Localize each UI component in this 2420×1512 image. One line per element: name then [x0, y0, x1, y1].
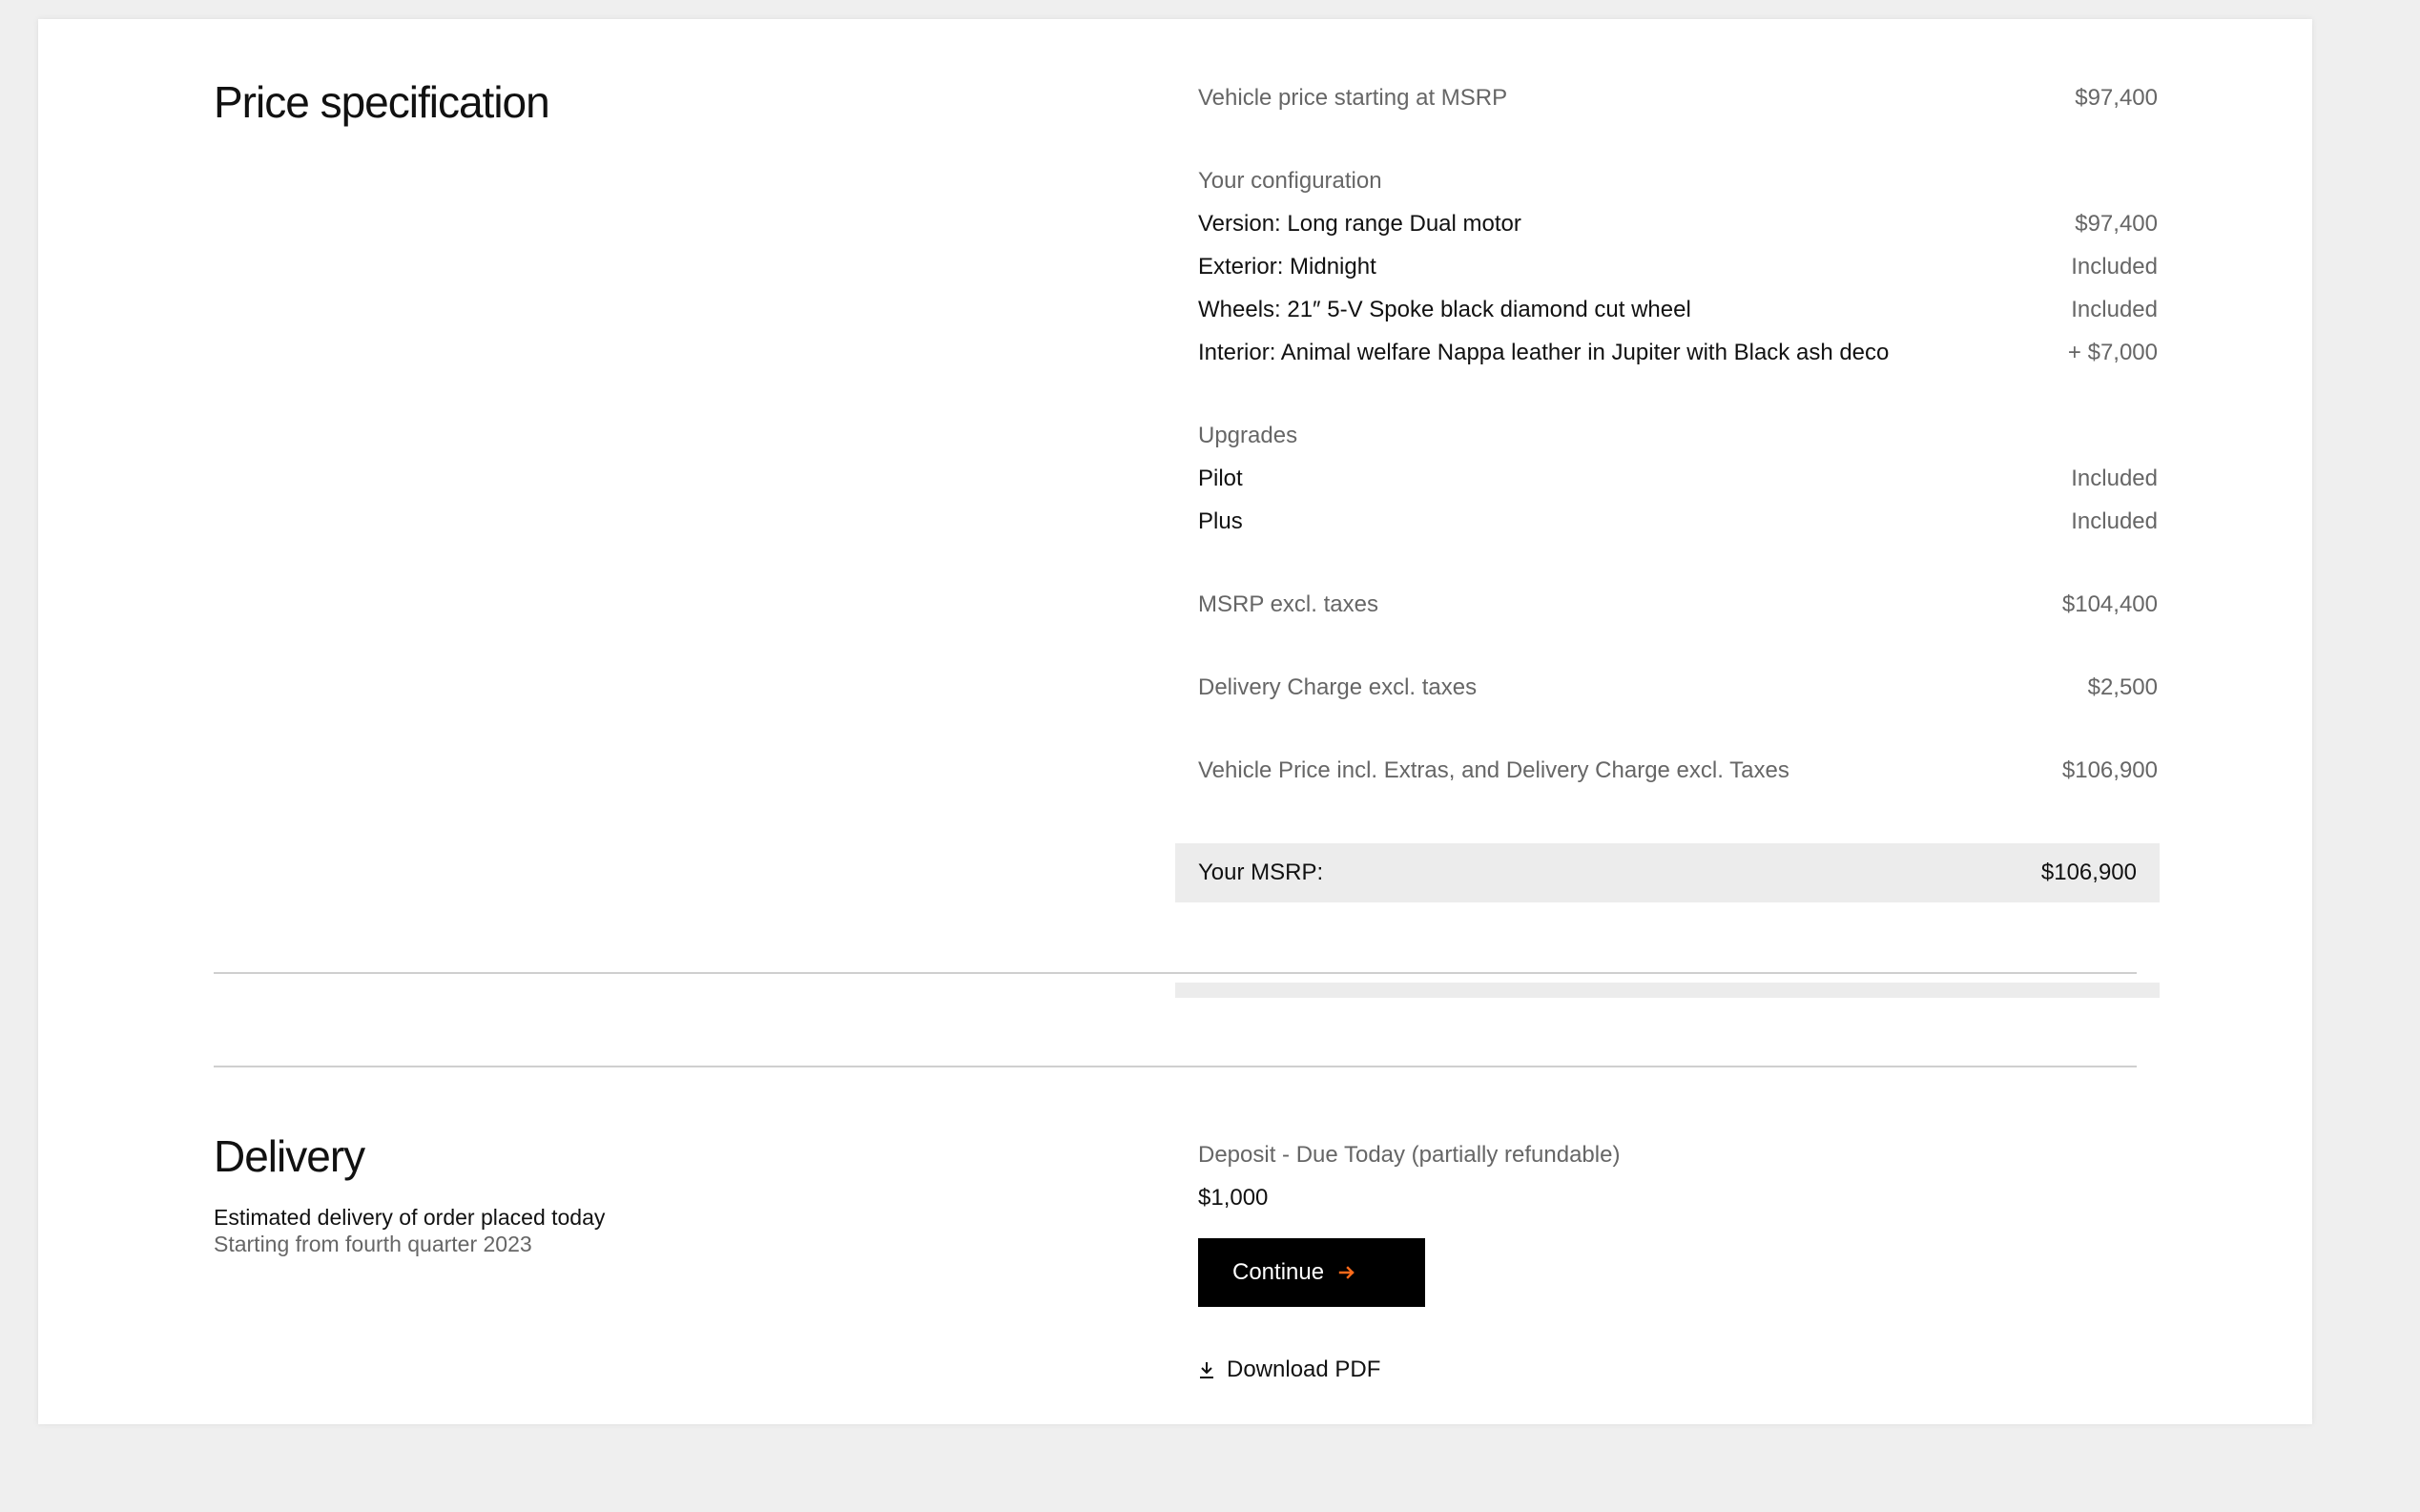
continue-button[interactable]: Continue	[1198, 1238, 1425, 1307]
config-row-exterior: Exterior: Midnight Included	[1198, 245, 2158, 288]
upgrade-pilot-value: Included	[2071, 465, 2158, 491]
config-row-interior: Interior: Animal welfare Nappa leather i…	[1198, 331, 2158, 374]
upgrade-row-plus: Plus Included	[1198, 500, 2158, 543]
delivery-estimate-line1: Estimated delivery of order placed today	[214, 1205, 606, 1230]
arrow-right-icon	[1337, 1263, 1356, 1282]
deposit-info: Deposit - Due Today (partially refundabl…	[1198, 1133, 1620, 1219]
delivery-title: Delivery	[214, 1131, 365, 1181]
continue-label: Continue	[1232, 1259, 1325, 1285]
config-version-label: Version: Long range Dual motor	[1198, 210, 1521, 237]
price-specification-title: Price specification	[214, 77, 550, 127]
delivery-estimate: Estimated delivery of order placed today…	[214, 1204, 605, 1257]
your-msrp-label: Your MSRP:	[1198, 860, 1324, 885]
config-exterior-label: Exterior: Midnight	[1198, 253, 1376, 280]
faint-separator-bar	[1175, 983, 2160, 998]
upgrades-heading: Upgrades	[1198, 423, 1298, 448]
section-divider	[214, 972, 2137, 974]
starting-price-row: Vehicle price starting at MSRP $97,400	[1198, 76, 2158, 119]
deposit-label: Deposit - Due Today (partially refundabl…	[1198, 1142, 1621, 1168]
config-wheels-value: Included	[2071, 296, 2158, 322]
delivery-estimate-line2: Starting from fourth quarter 2023	[214, 1232, 532, 1256]
section-divider	[214, 1066, 2137, 1067]
upgrade-pilot-label: Pilot	[1198, 465, 1243, 491]
config-exterior-value: Included	[2071, 253, 2158, 280]
config-row-version: Version: Long range Dual motor $97,400	[1198, 202, 2158, 245]
download-pdf-label: Download PDF	[1227, 1357, 1381, 1382]
price-specification-list: Vehicle price starting at MSRP $97,400 Y…	[1198, 76, 2158, 792]
starting-price-label: Vehicle price starting at MSRP	[1198, 84, 1508, 111]
vehicle-price-incl-label: Vehicle Price incl. Extras, and Delivery…	[1198, 756, 1789, 783]
vehicle-price-incl-value: $106,900	[2061, 756, 2158, 783]
delivery-charge-label: Delivery Charge excl. taxes	[1198, 673, 1478, 700]
download-pdf-link[interactable]: Download PDF	[1198, 1357, 1380, 1383]
delivery-charge-value: $2,500	[2087, 673, 2158, 700]
msrp-excl-taxes-label: MSRP excl. taxes	[1198, 590, 1378, 617]
price-card: Price specification Vehicle price starti…	[38, 19, 2312, 1424]
vehicle-price-incl-row: Vehicle Price incl. Extras, and Delivery…	[1198, 749, 2158, 792]
config-version-value: $97,400	[2075, 210, 2158, 237]
config-row-wheels: Wheels: 21″ 5-V Spoke black diamond cut …	[1198, 288, 2158, 331]
config-interior-label: Interior: Animal welfare Nappa leather i…	[1198, 339, 1890, 365]
starting-price-value: $97,400	[2075, 84, 2158, 111]
upgrade-plus-value: Included	[2071, 507, 2158, 534]
your-msrp-total: Your MSRP: $106,900	[1175, 843, 2160, 902]
config-interior-value: + $7,000	[2067, 339, 2158, 365]
delivery-charge-row: Delivery Charge excl. taxes $2,500	[1198, 666, 2158, 709]
msrp-excl-taxes-value: $104,400	[2061, 590, 2158, 617]
config-wheels-label: Wheels: 21″ 5-V Spoke black diamond cut …	[1198, 296, 1691, 322]
configuration-heading: Your configuration	[1198, 168, 1382, 194]
deposit-amount: $1,000	[1198, 1185, 1269, 1211]
your-msrp-value: $106,900	[2040, 860, 2137, 885]
upgrade-plus-label: Plus	[1198, 507, 1243, 534]
msrp-excl-taxes-row: MSRP excl. taxes $104,400	[1198, 583, 2158, 626]
upgrade-row-pilot: Pilot Included	[1198, 457, 2158, 500]
download-icon	[1198, 1360, 1215, 1379]
